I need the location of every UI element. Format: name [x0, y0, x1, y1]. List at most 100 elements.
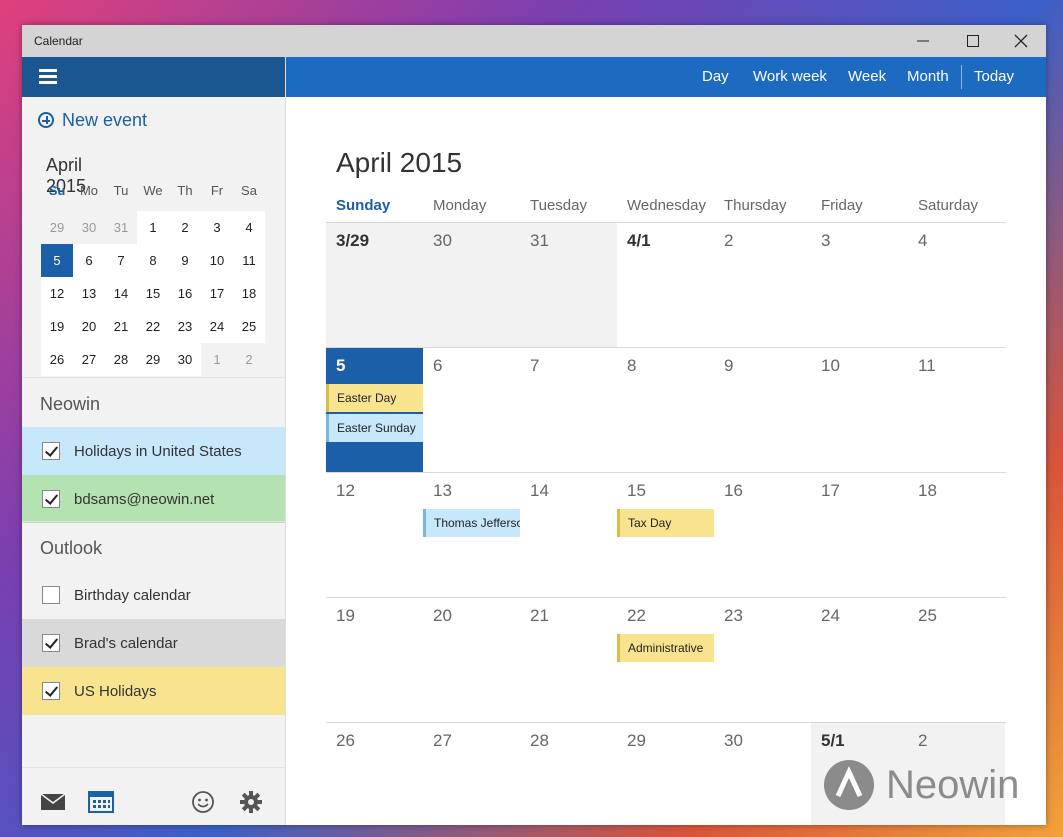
day-cell[interactable]: 17: [811, 473, 908, 597]
calendar-icon[interactable]: [86, 787, 116, 817]
mini-calendar-day[interactable]: 28: [105, 343, 137, 376]
mini-calendar-day[interactable]: 5: [41, 244, 73, 277]
day-cell[interactable]: 30: [714, 723, 811, 825]
mini-calendar-day[interactable]: 2: [233, 343, 265, 376]
day-cell[interactable]: 12: [326, 473, 423, 597]
mini-calendar-day[interactable]: 16: [169, 277, 201, 310]
new-event-button[interactable]: New event: [38, 108, 147, 132]
day-cell[interactable]: 23: [714, 598, 811, 722]
mini-calendar-day[interactable]: 29: [41, 211, 73, 244]
day-cell[interactable]: 19: [326, 598, 423, 722]
mini-calendar-day[interactable]: 21: [105, 310, 137, 343]
mini-calendar-day[interactable]: 11: [233, 244, 265, 277]
calendar-event[interactable]: Tax Day: [617, 509, 714, 537]
mini-calendar-day[interactable]: 7: [105, 244, 137, 277]
mini-calendar-day[interactable]: 2: [169, 211, 201, 244]
day-cell[interactable]: 11: [908, 348, 1005, 472]
calendar-toggle-item[interactable]: Birthday calendar: [22, 571, 285, 619]
day-cell[interactable]: 8: [617, 348, 714, 472]
day-cell[interactable]: 16: [714, 473, 811, 597]
mini-calendar-day[interactable]: 12: [41, 277, 73, 310]
day-cell[interactable]: 20: [423, 598, 520, 722]
smiley-icon[interactable]: [188, 787, 218, 817]
weekday-header: Saturday: [918, 197, 979, 214]
mini-calendar-day[interactable]: 10: [201, 244, 233, 277]
calendar-toggle-item[interactable]: bdsams@neowin.net: [22, 475, 285, 523]
calendar-event[interactable]: Easter Day: [326, 384, 423, 412]
mini-calendar-day[interactable]: 6: [73, 244, 105, 277]
mini-calendar-day[interactable]: 13: [73, 277, 105, 310]
day-cell[interactable]: 21: [520, 598, 617, 722]
calendar-event[interactable]: Thomas Jefferson: [423, 509, 520, 537]
gear-icon[interactable]: [236, 787, 266, 817]
mini-calendar-day[interactable]: 29: [137, 343, 169, 376]
day-cell[interactable]: 3/29: [326, 223, 423, 347]
day-number: 16: [724, 481, 743, 500]
day-cell[interactable]: 9: [714, 348, 811, 472]
mini-calendar-day[interactable]: 18: [233, 277, 265, 310]
day-cell[interactable]: 13 Thomas Jefferson: [423, 473, 520, 597]
hamburger-menu-icon[interactable]: [39, 69, 57, 85]
calendar-event[interactable]: Easter Sunday: [326, 414, 423, 442]
calendar-toggle-item[interactable]: US Holidays: [22, 667, 285, 715]
mini-calendar-day[interactable]: 26: [41, 343, 73, 376]
day-cell[interactable]: 28: [520, 723, 617, 825]
checkbox[interactable]: [42, 634, 60, 652]
day-cell[interactable]: 29: [617, 723, 714, 825]
checkbox[interactable]: [42, 586, 60, 604]
day-cell[interactable]: 10: [811, 348, 908, 472]
day-cell[interactable]: 26: [326, 723, 423, 825]
mini-calendar-day[interactable]: 8: [137, 244, 169, 277]
day-cell[interactable]: 4: [908, 223, 1005, 347]
close-button[interactable]: [998, 25, 1044, 57]
today-button[interactable]: Today: [974, 57, 1014, 97]
mini-calendar-day[interactable]: 24: [201, 310, 233, 343]
day-cell[interactable]: 24: [811, 598, 908, 722]
day-cell[interactable]: 6: [423, 348, 520, 472]
mini-calendar-day[interactable]: 20: [73, 310, 105, 343]
mini-calendar-day[interactable]: 1: [201, 343, 233, 376]
mini-calendar-day[interactable]: 19: [41, 310, 73, 343]
view-work-week-button[interactable]: Work week: [753, 57, 827, 97]
day-cell[interactable]: 14: [520, 473, 617, 597]
mini-calendar-day[interactable]: 1: [137, 211, 169, 244]
calendar-toggle-item[interactable]: Holidays in United States: [22, 427, 285, 475]
calendar-toggle-item[interactable]: Brad's calendar: [22, 619, 285, 667]
checkbox[interactable]: [42, 682, 60, 700]
mini-calendar-day[interactable]: 15: [137, 277, 169, 310]
mini-weekday-label: Tu: [113, 183, 129, 198]
mini-calendar-day[interactable]: 3: [201, 211, 233, 244]
maximize-button[interactable]: [950, 25, 996, 57]
checkbox[interactable]: [42, 442, 60, 460]
day-cell[interactable]: 4/1: [617, 223, 714, 347]
mini-calendar-day[interactable]: 22: [137, 310, 169, 343]
day-cell[interactable]: 18: [908, 473, 1005, 597]
mini-calendar-day[interactable]: 31: [105, 211, 137, 244]
day-cell[interactable]: 5 Easter Day Easter Sunday: [326, 348, 423, 472]
day-cell[interactable]: 27: [423, 723, 520, 825]
mini-calendar-day[interactable]: 17: [201, 277, 233, 310]
day-cell[interactable]: 3: [811, 223, 908, 347]
day-cell[interactable]: 31: [520, 223, 617, 347]
mini-calendar-day[interactable]: 4: [233, 211, 265, 244]
day-cell[interactable]: 7: [520, 348, 617, 472]
mini-calendar-day[interactable]: 9: [169, 244, 201, 277]
view-month-button[interactable]: Month: [907, 57, 949, 97]
day-cell[interactable]: 15 Tax Day: [617, 473, 714, 597]
mail-icon[interactable]: [38, 787, 68, 817]
checkbox[interactable]: [42, 490, 60, 508]
view-week-button[interactable]: Week: [848, 57, 886, 97]
day-cell[interactable]: 30: [423, 223, 520, 347]
mini-calendar-day[interactable]: 30: [73, 211, 105, 244]
day-cell[interactable]: 25: [908, 598, 1005, 722]
view-day-button[interactable]: Day: [702, 57, 729, 97]
minimize-button[interactable]: [900, 25, 946, 57]
day-cell[interactable]: 2: [714, 223, 811, 347]
mini-calendar-day[interactable]: 25: [233, 310, 265, 343]
mini-calendar-day[interactable]: 27: [73, 343, 105, 376]
mini-calendar-day[interactable]: 14: [105, 277, 137, 310]
mini-calendar-day[interactable]: 23: [169, 310, 201, 343]
day-cell[interactable]: 22 Administrative: [617, 598, 714, 722]
calendar-event[interactable]: Administrative: [617, 634, 714, 662]
mini-calendar-day[interactable]: 30: [169, 343, 201, 376]
